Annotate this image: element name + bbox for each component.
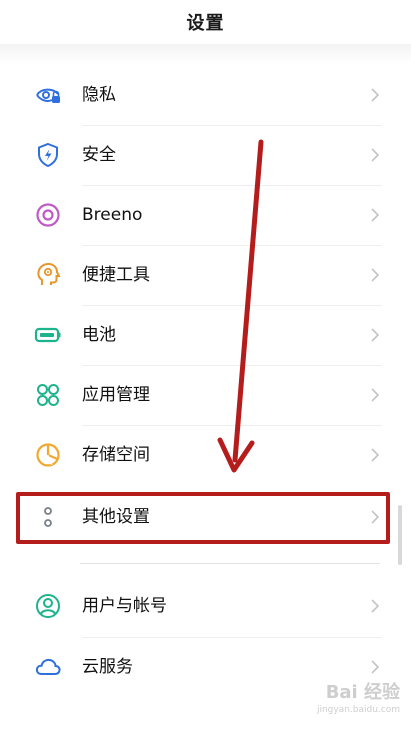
watermark-url: jingyan.baidu.com xyxy=(316,705,400,715)
watermark-logo: Bai 经验 jingyan.baidu.com xyxy=(300,678,400,722)
watermark-logo-text: Bai 经验 xyxy=(325,682,400,703)
annotation-arrow xyxy=(217,139,264,473)
scrollbar[interactable] xyxy=(398,505,402,565)
